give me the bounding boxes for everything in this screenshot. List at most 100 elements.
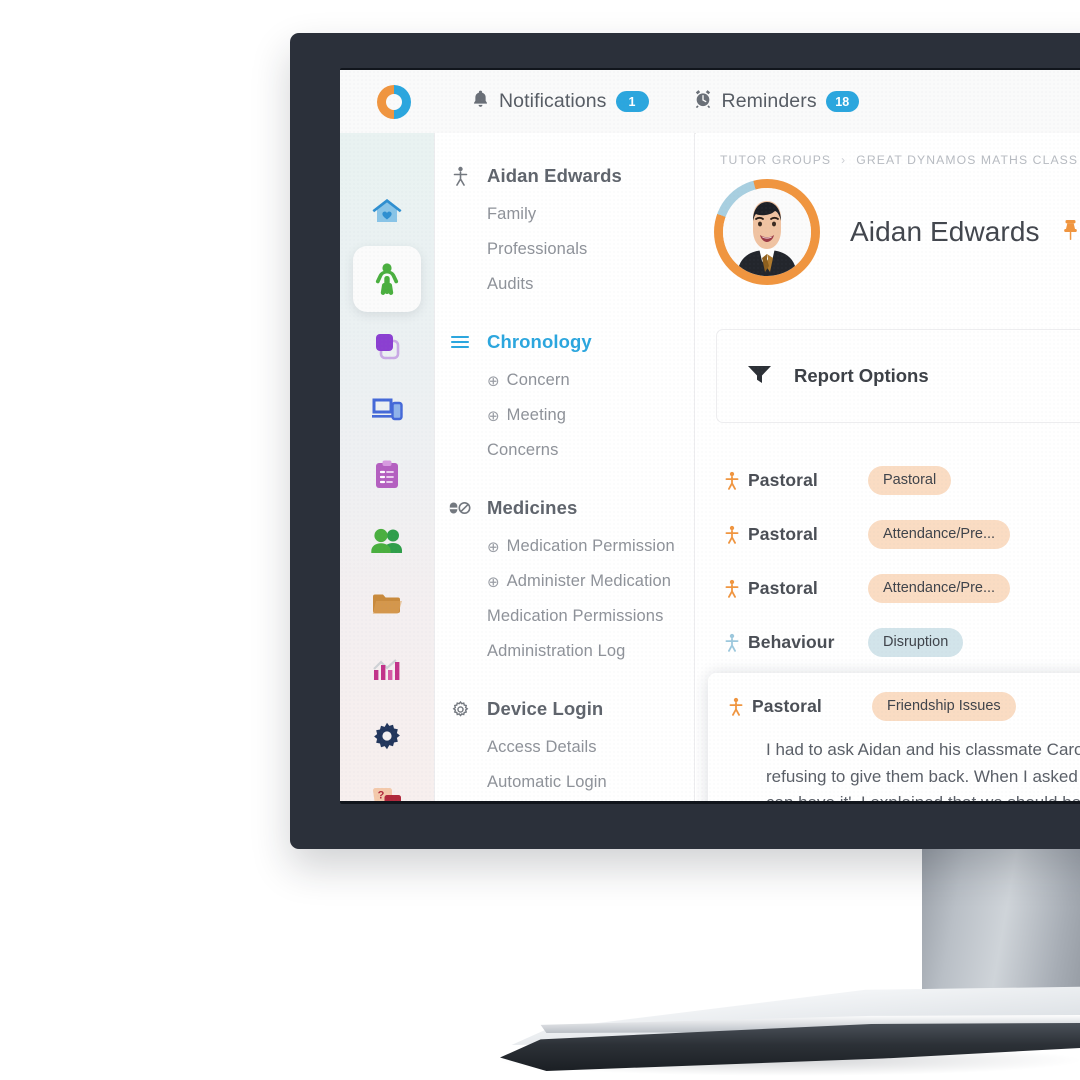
nav-item-administer-medication[interactable]: ⊕ Administer Medication bbox=[435, 564, 694, 599]
entry-body: I had to ask Aidan and his classmate Car… bbox=[708, 733, 1080, 801]
profile-header: Aidan Edwards bbox=[696, 167, 1080, 285]
rail-item-forms[interactable] bbox=[353, 444, 421, 506]
reminders-badge: 18 bbox=[825, 91, 859, 112]
devices-icon bbox=[372, 398, 403, 421]
nav-item-audits[interactable]: Audits bbox=[435, 267, 694, 302]
child-person-icon bbox=[373, 263, 401, 295]
donut-logo-icon[interactable] bbox=[377, 84, 411, 119]
nav-item-access-details[interactable]: Access Details bbox=[435, 730, 694, 765]
report-options-label: Report Options bbox=[794, 365, 929, 386]
nav-head-label: Chronology bbox=[487, 331, 592, 352]
person-icon bbox=[716, 525, 748, 544]
entry-type: Pastoral bbox=[748, 523, 818, 544]
person-icon bbox=[720, 697, 752, 716]
screen: Notifications 1 Reminders 18 ? Aidan Edw… bbox=[340, 70, 1080, 801]
scene: Notifications 1 Reminders 18 ? Aidan Edw… bbox=[0, 0, 1080, 1080]
entry-row[interactable]: Pastoral Pastoral bbox=[696, 453, 1080, 507]
nav-panel: Aidan Edwards Family Professionals Audit… bbox=[435, 133, 695, 801]
nav-group-device-login: Device Login Access Details Automatic Lo… bbox=[435, 688, 694, 800]
person-icon bbox=[716, 579, 748, 598]
notifications-button[interactable]: Notifications 1 bbox=[471, 88, 649, 115]
notifications-label: Notifications bbox=[499, 90, 607, 112]
list-lines-icon bbox=[449, 335, 471, 349]
page-title: Aidan Edwards bbox=[850, 216, 1040, 247]
nav-item-administration-log[interactable]: Administration Log bbox=[435, 634, 694, 669]
svg-text:?: ? bbox=[378, 790, 385, 802]
nav-item-add-concern[interactable]: ⊕ Concern bbox=[435, 363, 694, 398]
nav-item-concerns[interactable]: Concerns bbox=[435, 433, 694, 468]
nav-head-aidan-edwards[interactable]: Aidan Edwards bbox=[435, 155, 694, 197]
rail-item-staff[interactable] bbox=[353, 510, 421, 572]
rail-item-files[interactable] bbox=[353, 574, 421, 636]
nav-head-device-login[interactable]: Device Login bbox=[435, 688, 694, 730]
rail-item-reports[interactable] bbox=[353, 640, 421, 702]
rail-item-settings[interactable] bbox=[353, 705, 421, 767]
entry-tag: Friendship Issues bbox=[872, 691, 1016, 721]
icon-rail: ? bbox=[340, 133, 435, 801]
entry-body-line: refusing to give them back. When I asked… bbox=[766, 766, 1080, 786]
nav-head-label: Medicines bbox=[487, 497, 578, 518]
stacked-squares-icon bbox=[372, 331, 402, 361]
people-group-icon bbox=[371, 528, 402, 553]
rail-item-devices[interactable] bbox=[353, 379, 421, 441]
entry-type: Pastoral bbox=[748, 469, 818, 490]
person-icon bbox=[716, 471, 748, 490]
nav-group-chronology: Chronology ⊕ Concern ⊕ Meeting Concerns bbox=[435, 321, 694, 468]
entry-row: Pastoral Friendship Issues bbox=[708, 679, 1080, 733]
gear-icon bbox=[449, 700, 471, 719]
gear-icon bbox=[374, 722, 400, 750]
breadcrumb-item-tutor-groups[interactable]: TUTOR GROUPS bbox=[720, 153, 831, 167]
pill-icon bbox=[449, 501, 471, 515]
entry-row[interactable]: Pastoral Attendance/Pre... bbox=[696, 561, 1080, 615]
nav-item-family[interactable]: Family bbox=[435, 197, 694, 232]
rail-item-modules[interactable] bbox=[353, 315, 421, 377]
entry-tag: Pastoral bbox=[868, 465, 952, 495]
nav-item-medication-permission[interactable]: ⊕ Medication Permission bbox=[435, 529, 694, 564]
folder-icon bbox=[372, 594, 402, 614]
profile-actions bbox=[1062, 219, 1080, 246]
entry-card-expanded[interactable]: Pastoral Friendship Issues I had to ask … bbox=[708, 673, 1080, 801]
entry-row[interactable]: Pastoral Attendance/Pre... bbox=[696, 507, 1080, 561]
plus-circle-icon: ⊕ bbox=[487, 538, 500, 556]
bell-icon bbox=[471, 88, 490, 115]
entry-tag: Attendance/Pre... bbox=[868, 519, 1011, 549]
entry-body-line: I had to ask Aidan and his classmate Car… bbox=[766, 740, 1080, 759]
monitor-stand-base bbox=[500, 985, 1080, 1071]
reminders-button[interactable]: Reminders 18 bbox=[693, 88, 859, 115]
entry-type: Pastoral bbox=[752, 695, 822, 716]
nav-item-automatic-login[interactable]: Automatic Login bbox=[435, 765, 694, 800]
main-content: TUTOR GROUPS › GREAT DYNAMOS MATHS CLASS… bbox=[696, 133, 1080, 801]
entry-row[interactable]: Behaviour Disruption bbox=[696, 615, 1080, 669]
breadcrumb-item-class[interactable]: GREAT DYNAMOS MATHS CLASS 1 bbox=[856, 153, 1080, 167]
rail-item-help[interactable]: ? bbox=[353, 769, 421, 801]
pin-icon[interactable] bbox=[1062, 219, 1079, 246]
student-photo-avatar bbox=[723, 188, 811, 276]
person-icon bbox=[716, 633, 748, 652]
bar-chart-icon bbox=[373, 659, 400, 680]
monitor-bezel: Notifications 1 Reminders 18 ? Aidan Edw… bbox=[290, 33, 1080, 849]
home-heart-icon bbox=[370, 196, 404, 226]
breadcrumb-separator-icon: › bbox=[841, 153, 847, 167]
alarm-clock-icon bbox=[693, 88, 713, 115]
nav-head-medicines[interactable]: Medicines bbox=[435, 487, 694, 529]
avatar[interactable] bbox=[714, 179, 820, 285]
nav-head-label: Aidan Edwards bbox=[487, 165, 622, 186]
child-person-icon bbox=[449, 166, 471, 186]
rail-item-children[interactable] bbox=[353, 246, 421, 312]
nav-item-add-meeting[interactable]: ⊕ Meeting bbox=[435, 398, 694, 433]
filter-funnel-icon bbox=[747, 364, 772, 389]
nav-head-label: Device Login bbox=[487, 698, 604, 719]
plus-circle-icon: ⊕ bbox=[487, 372, 500, 390]
entry-type: Pastoral bbox=[748, 577, 818, 598]
reminders-label: Reminders bbox=[721, 90, 817, 112]
report-options-panel[interactable]: Report Options bbox=[716, 329, 1080, 423]
chat-question-icon: ? bbox=[373, 788, 401, 802]
rail-item-home[interactable] bbox=[353, 180, 421, 242]
entry-tag: Disruption bbox=[868, 627, 964, 657]
entry-body-line: can have it'. I explained that we should… bbox=[766, 790, 1080, 801]
nav-item-medication-permissions[interactable]: Medication Permissions bbox=[435, 599, 694, 634]
nav-head-chronology[interactable]: Chronology bbox=[435, 321, 694, 363]
nav-group-medicines: Medicines ⊕ Medication Permission ⊕ Admini… bbox=[435, 487, 694, 669]
plus-circle-icon: ⊕ bbox=[487, 407, 500, 425]
nav-item-professionals[interactable]: Professionals bbox=[435, 232, 694, 267]
